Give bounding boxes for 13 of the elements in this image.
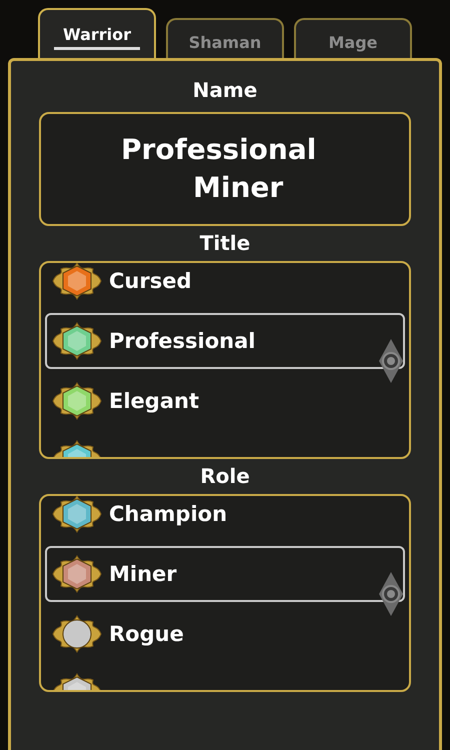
list-item[interactable]: Elegant bbox=[45, 373, 405, 429]
scroll-handle[interactable] bbox=[379, 339, 403, 383]
tab[interactable]: Warrior bbox=[38, 8, 156, 58]
name-display: Professional Miner bbox=[39, 112, 411, 226]
scroll-handle[interactable] bbox=[379, 572, 403, 616]
list-item[interactable]: Cursed bbox=[45, 263, 405, 309]
section-heading: Title bbox=[200, 231, 250, 255]
list-item[interactable]: Rogue bbox=[45, 606, 405, 662]
tab[interactable]: Shaman bbox=[166, 18, 284, 58]
list-item[interactable]: Champion bbox=[45, 496, 405, 542]
section-heading: Role bbox=[200, 464, 250, 488]
tab[interactable]: Mage bbox=[294, 18, 412, 58]
section-heading: Name bbox=[192, 78, 258, 102]
